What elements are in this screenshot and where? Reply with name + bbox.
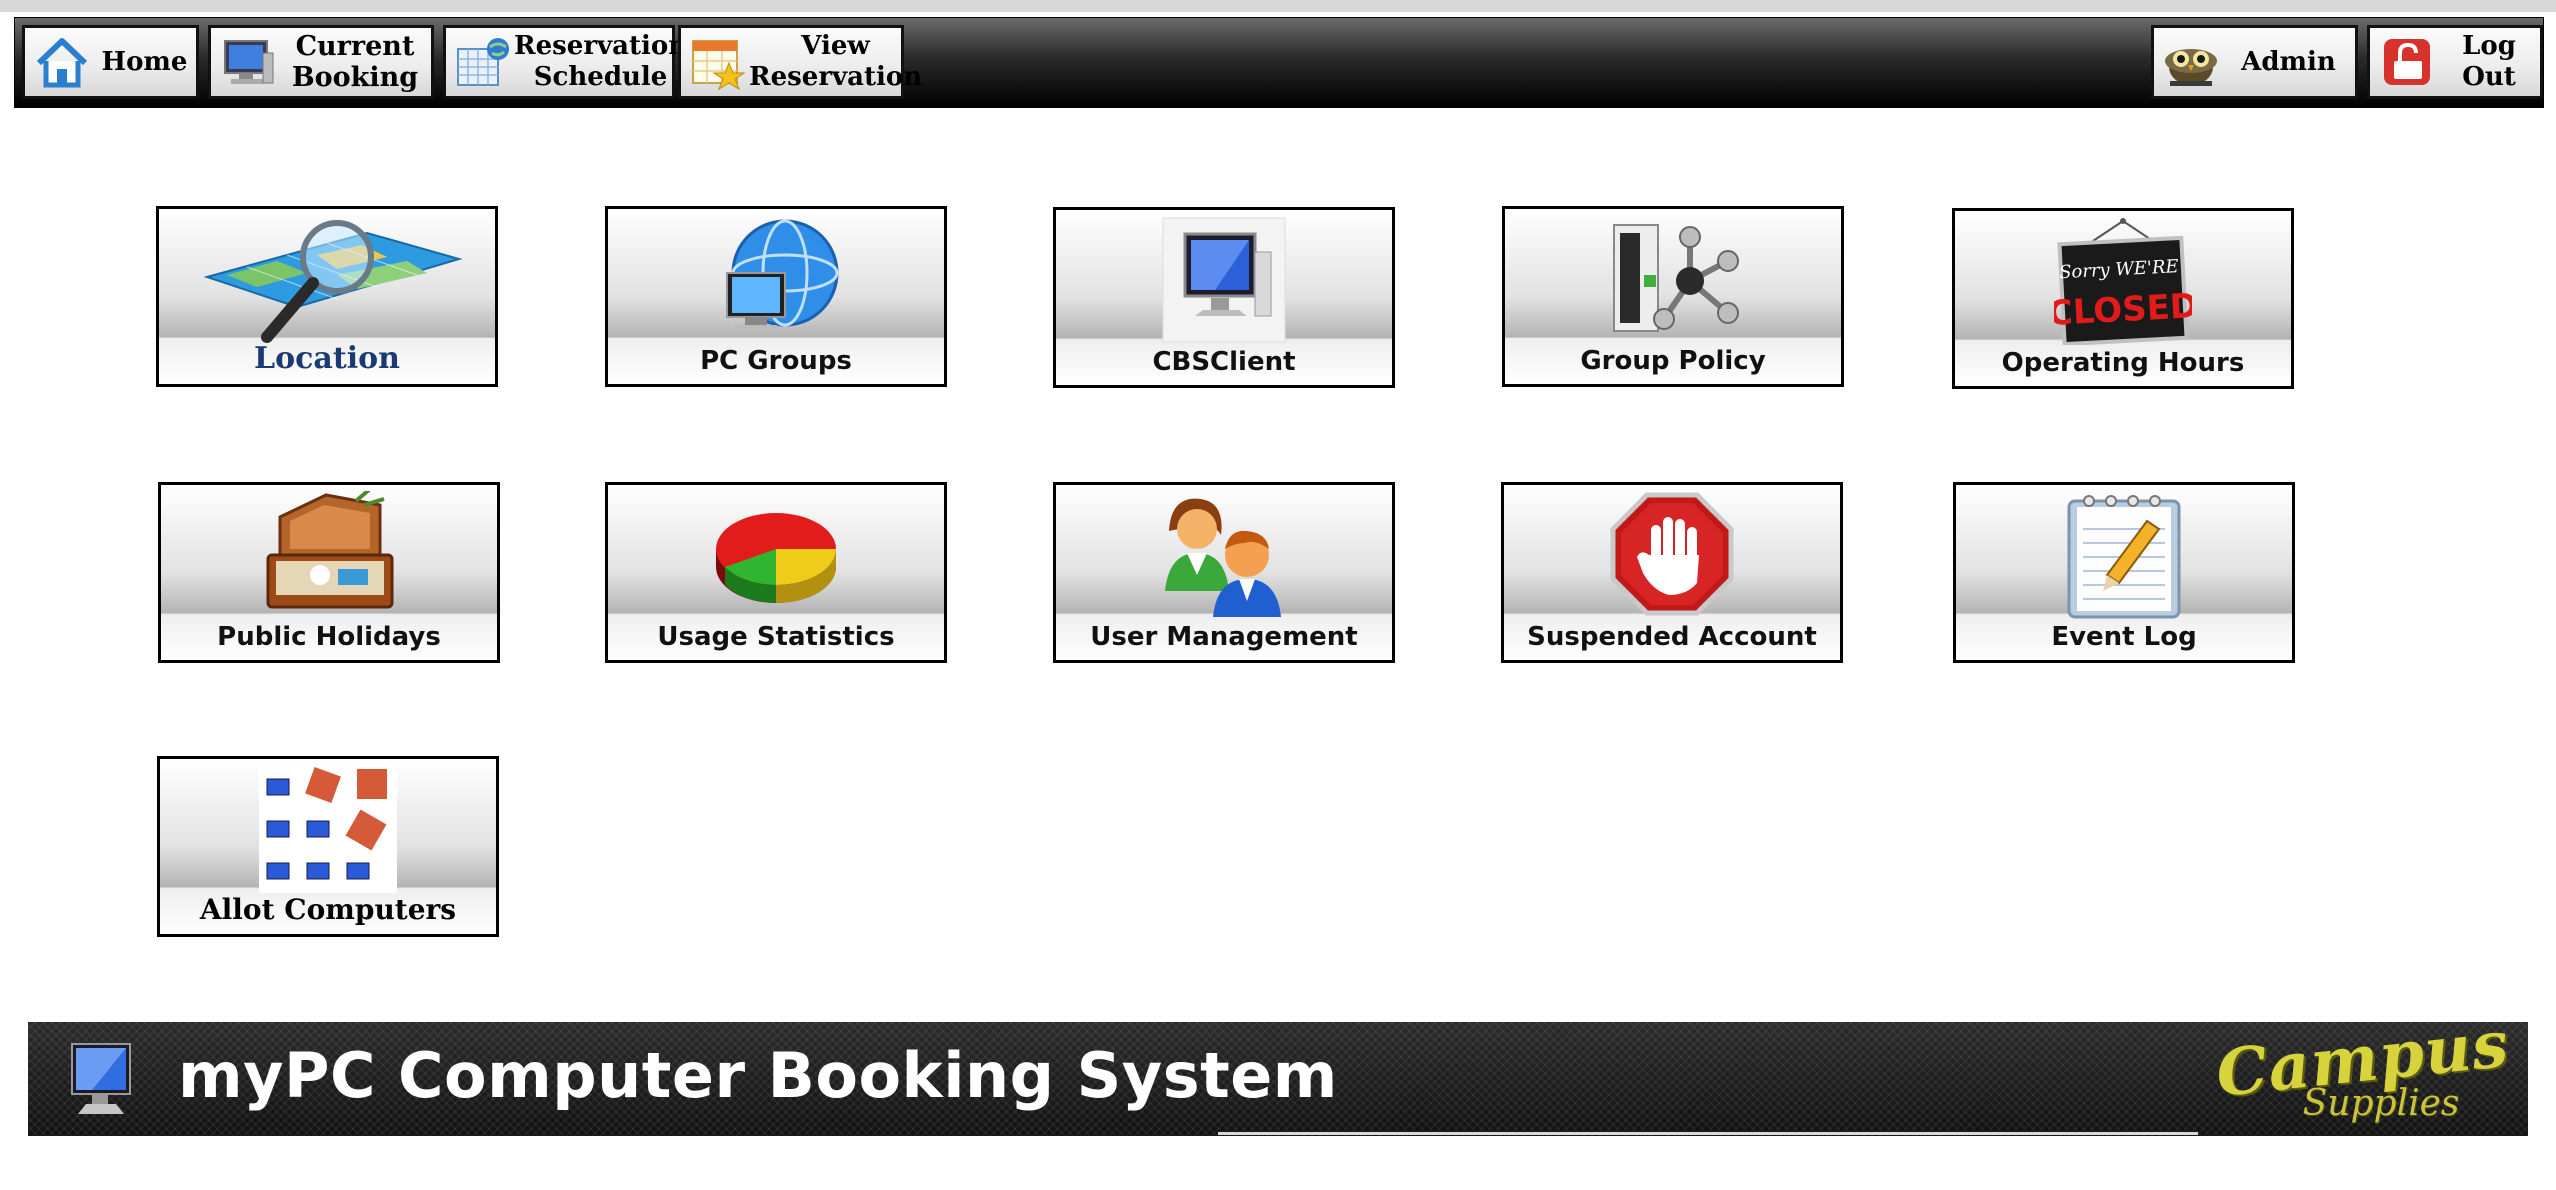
suitcase-icon: [260, 491, 398, 619]
event-log-label: Event Log: [2051, 622, 2197, 652]
view-reservation-label: View Reservation: [749, 31, 923, 92]
footer-title: myPC Computer Booking System: [178, 1039, 1338, 1112]
pc-groups-label: PC Groups: [700, 346, 852, 376]
map-magnifier-icon: [187, 215, 467, 343]
admin-label: Admin: [2241, 46, 2336, 77]
operating-hours-label: Operating Hours: [2001, 348, 2245, 378]
suspended-account-label: Suspended Account: [1527, 622, 1817, 652]
suspended-account-tile[interactable]: Suspended Account: [1501, 482, 1843, 663]
house-icon: [31, 31, 93, 93]
stop-hand-icon: [1603, 491, 1741, 619]
top-navigation-bar: Home Current Booking Reservation Schedul…: [14, 17, 2544, 108]
allot-computers-label: Allot Computers: [199, 893, 457, 926]
allot-computers-tile[interactable]: Allot Computers: [157, 756, 499, 937]
lock-icon: [2376, 31, 2438, 93]
sign-line2: CLOSED: [2054, 286, 2192, 334]
reservation-schedule-label: Reservation Schedule: [514, 31, 688, 92]
top-border: [0, 0, 2556, 12]
reservation-schedule-button[interactable]: Reservation Schedule: [443, 25, 687, 99]
monitor-icon: [1155, 216, 1293, 344]
public-holidays-label: Public Holidays: [217, 622, 441, 652]
admin-button[interactable]: Admin: [2151, 25, 2358, 99]
footer-banner: myPC Computer Booking System Campus Supp…: [28, 1007, 2528, 1136]
logout-button[interactable]: Log Out: [2367, 25, 2543, 99]
pie-chart-icon: [707, 491, 845, 619]
calendar-star-icon: [687, 31, 749, 93]
users-icon: [1155, 491, 1293, 619]
campus-supplies-logo: Campus Supplies: [2213, 1007, 2513, 1128]
policy-network-icon: [1604, 215, 1742, 343]
group-policy-label: Group Policy: [1580, 346, 1766, 376]
computer-icon: [217, 31, 279, 93]
operating-hours-tile[interactable]: Sorry WE'RE CLOSED Operating Hours: [1952, 208, 2294, 389]
closed-sign-icon: Sorry WE'RE CLOSED: [2054, 217, 2192, 345]
computer-grid-icon: [259, 765, 397, 893]
usage-statistics-label: Usage Statistics: [657, 622, 895, 652]
home-button[interactable]: Home: [22, 25, 199, 99]
footer-divider: [1218, 1132, 2198, 1135]
monitor-logo-icon: [62, 1036, 152, 1122]
view-reservation-button[interactable]: View Reservation: [678, 25, 922, 99]
user-management-label: User Management: [1090, 622, 1358, 652]
owl-icon: [2160, 31, 2222, 93]
calendar-globe-icon: [452, 31, 514, 93]
logout-label: Log Out: [2462, 31, 2516, 92]
cbsclient-tile[interactable]: CBSClient: [1053, 207, 1395, 388]
current-booking-label: Current Booking: [291, 31, 419, 93]
public-holidays-tile[interactable]: Public Holidays: [158, 482, 500, 663]
home-label: Home: [101, 46, 188, 77]
location-tile[interactable]: Location: [156, 206, 498, 387]
cbsclient-label: CBSClient: [1152, 347, 1296, 377]
usage-statistics-tile[interactable]: Usage Statistics: [605, 482, 947, 663]
user-management-tile[interactable]: User Management: [1053, 482, 1395, 663]
globe-computer-icon: [707, 215, 845, 343]
current-booking-button[interactable]: Current Booking: [208, 25, 434, 99]
event-log-tile[interactable]: Event Log: [1953, 482, 2295, 663]
pc-groups-tile[interactable]: PC Groups: [605, 206, 947, 387]
group-policy-tile[interactable]: Group Policy: [1502, 206, 1844, 387]
notepad-icon: [2055, 491, 2193, 619]
location-label: Location: [254, 341, 400, 376]
